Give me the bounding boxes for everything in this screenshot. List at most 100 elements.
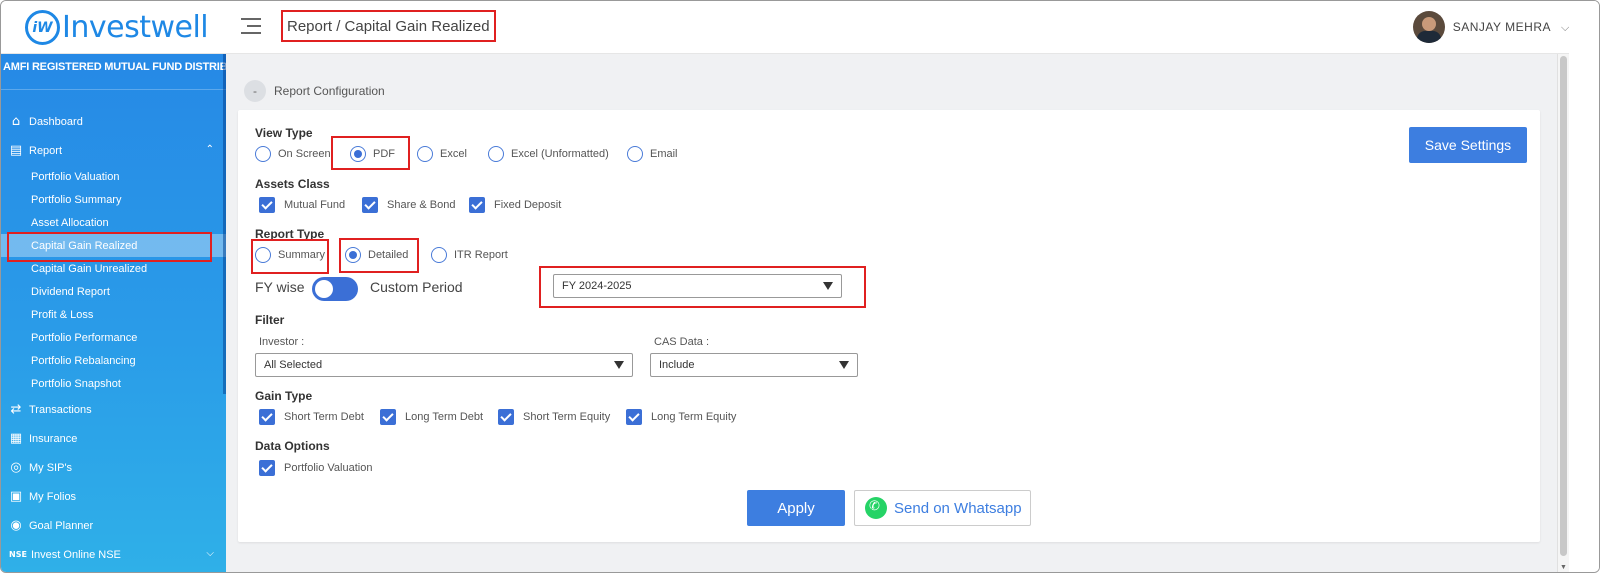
checkbox-checked-icon: [362, 197, 378, 213]
menu-toggle-icon[interactable]: [241, 18, 261, 36]
sidebar-tagline: AMFI REGISTERED MUTUAL FUND DISTRIBUTOR: [3, 61, 258, 73]
page-scrollbar[interactable]: ▼: [1557, 54, 1569, 572]
top-header: iW Investwell Report / Capital Gain Real…: [1, 1, 1599, 54]
radio-icon: [627, 146, 643, 162]
assets-mutual-fund[interactable]: Mutual Fund: [259, 197, 345, 213]
sidebar-item-label: My SIP's: [29, 461, 73, 474]
option-label: Summary: [278, 249, 326, 261]
view-type-excel[interactable]: Excel: [417, 146, 467, 162]
sidebar-item-label: My Folios: [29, 490, 77, 503]
sidebar-sub-asset-allocation[interactable]: Asset Allocation: [1, 211, 226, 234]
sidebar-item-label: Dashboard: [29, 115, 83, 128]
divider: [1, 89, 226, 90]
apply-button[interactable]: Apply: [747, 490, 845, 526]
target-icon: ◉: [10, 517, 22, 533]
sidebar-sub-portfolio-summary[interactable]: Portfolio Summary: [1, 188, 226, 211]
sidebar-sub-portfolio-snapshot[interactable]: Portfolio Snapshot: [1, 372, 226, 395]
select-value: Include: [659, 359, 695, 371]
sidebar-item-label: Goal Planner: [29, 519, 94, 532]
collapse-icon[interactable]: -: [244, 80, 266, 102]
option-label: Long Term Equity: [651, 411, 737, 423]
view-type-on-screen[interactable]: On Screen: [255, 146, 331, 162]
report-config-header[interactable]: - Report Configuration: [244, 80, 385, 102]
radio-checked-icon: [350, 146, 366, 162]
chevron-up-icon: ⌃: [205, 144, 214, 155]
sidebar-item-goal-planner[interactable]: ◉ Goal Planner: [1, 511, 226, 540]
user-menu[interactable]: SANJAY MEHRA ⌵: [1412, 11, 1571, 43]
report-icon: ▤: [9, 142, 23, 158]
checkbox-checked-icon: [469, 197, 485, 213]
whatsapp-icon: [865, 497, 887, 519]
gain-long-term-debt[interactable]: Long Term Debt: [380, 409, 483, 425]
chevron-down-icon: ⌵: [206, 548, 214, 559]
radio-icon: [255, 146, 271, 162]
sidebar-item-my-folios[interactable]: ▣ My Folios: [1, 482, 226, 511]
gain-type-label: Gain Type: [255, 389, 313, 403]
sidebar-item-insurance[interactable]: ▦ Insurance: [1, 424, 226, 453]
sidebar-sub-portfolio-valuation[interactable]: Portfolio Valuation: [1, 165, 226, 188]
sidebar-item-transactions[interactable]: ⇄ Transactions: [1, 395, 226, 424]
option-label: Fixed Deposit: [494, 199, 562, 211]
document-icon: ▦: [9, 430, 23, 446]
option-label: Short Term Debt: [284, 411, 364, 423]
investor-select[interactable]: All Selected: [255, 353, 633, 377]
checkbox-checked-icon: [259, 460, 275, 476]
gain-short-term-equity[interactable]: Short Term Equity: [498, 409, 610, 425]
sidebar-item-dashboard[interactable]: ⌂ Dashboard: [1, 107, 226, 136]
option-label: Share & Bond: [387, 199, 456, 211]
breadcrumb: Report / Capital Gain Realized: [281, 10, 496, 42]
sidebar-sub-capital-gain-unrealized[interactable]: Capital Gain Unrealized: [1, 257, 226, 280]
report-type-itr[interactable]: ITR Report: [431, 247, 508, 263]
caret-down-icon: [823, 282, 833, 290]
sidebar-item-label: Insurance: [29, 432, 78, 445]
sidebar: AMFI REGISTERED MUTUAL FUND DISTRIBUTOR …: [1, 54, 258, 572]
logo-icon: iW: [25, 10, 60, 45]
select-value: FY 2024-2025: [562, 280, 632, 292]
view-type-label: View Type: [255, 126, 313, 140]
report-config-card: View Type On Screen PDF Excel Excel (Unf…: [238, 110, 1540, 542]
assets-share-bond[interactable]: Share & Bond: [362, 197, 456, 213]
send-whatsapp-button[interactable]: Send on Whatsapp: [854, 490, 1031, 526]
fy-wise-label: FY wise: [255, 279, 305, 295]
view-type-email[interactable]: Email: [627, 146, 678, 162]
checkbox-checked-icon: [259, 409, 275, 425]
cas-data-select[interactable]: Include: [650, 353, 858, 377]
sidebar-item-report[interactable]: ▤ Report ⌃: [1, 136, 226, 165]
fy-select[interactable]: FY 2024-2025: [553, 274, 842, 298]
data-options-label: Data Options: [255, 439, 330, 453]
sidebar-item-label: Transactions: [29, 403, 92, 416]
option-label: Long Term Debt: [405, 411, 484, 423]
radio-icon: [255, 247, 271, 263]
save-settings-button[interactable]: Save Settings: [1409, 127, 1527, 163]
sidebar-item-invest-online-nse[interactable]: NSE Invest Online NSE ⌵: [1, 540, 226, 569]
sidebar-item-label: Invest Online NSE: [31, 548, 121, 561]
brand-logo[interactable]: iW Investwell: [25, 10, 209, 45]
data-option-portfolio-valuation[interactable]: Portfolio Valuation: [259, 460, 372, 476]
sidebar-item-my-sips[interactable]: ◎ My SIP's: [1, 453, 226, 482]
sidebar-sub-portfolio-rebalancing[interactable]: Portfolio Rebalancing: [1, 349, 226, 372]
sidebar-sub-portfolio-performance[interactable]: Portfolio Performance: [1, 326, 226, 349]
view-type-pdf[interactable]: PDF: [350, 146, 395, 162]
checkbox-checked-icon: [626, 409, 642, 425]
option-label: Detailed: [368, 249, 409, 261]
sidebar-sub-dividend-report[interactable]: Dividend Report: [1, 280, 226, 303]
report-type-summary[interactable]: Summary: [255, 247, 325, 263]
section-title: Report Configuration: [274, 84, 385, 98]
brand-name: Investwell: [62, 10, 209, 45]
option-label: ITR Report: [454, 249, 508, 261]
checkbox-checked-icon: [259, 197, 275, 213]
sidebar-sub-profit-loss[interactable]: Profit & Loss: [1, 303, 226, 326]
gain-long-term-equity[interactable]: Long Term Equity: [626, 409, 736, 425]
gain-short-term-debt[interactable]: Short Term Debt: [259, 409, 364, 425]
radio-icon: [417, 146, 433, 162]
option-label: Short Term Equity: [523, 411, 611, 423]
view-type-excel-unformatted[interactable]: Excel (Unformatted): [488, 146, 609, 162]
scrollbar-thumb[interactable]: [1560, 56, 1567, 556]
report-type-detailed[interactable]: Detailed: [345, 247, 408, 263]
avatar: [1412, 11, 1445, 43]
sidebar-sub-capital-gain-realized[interactable]: Capital Gain Realized: [1, 232, 226, 262]
scroll-down-icon[interactable]: ▼: [1560, 564, 1567, 571]
assets-fixed-deposit[interactable]: Fixed Deposit: [469, 197, 561, 213]
period-toggle[interactable]: [312, 277, 358, 301]
sidebar-nav: ⌂ Dashboard ▤ Report ⌃ Portfolio Valuati…: [1, 107, 226, 569]
